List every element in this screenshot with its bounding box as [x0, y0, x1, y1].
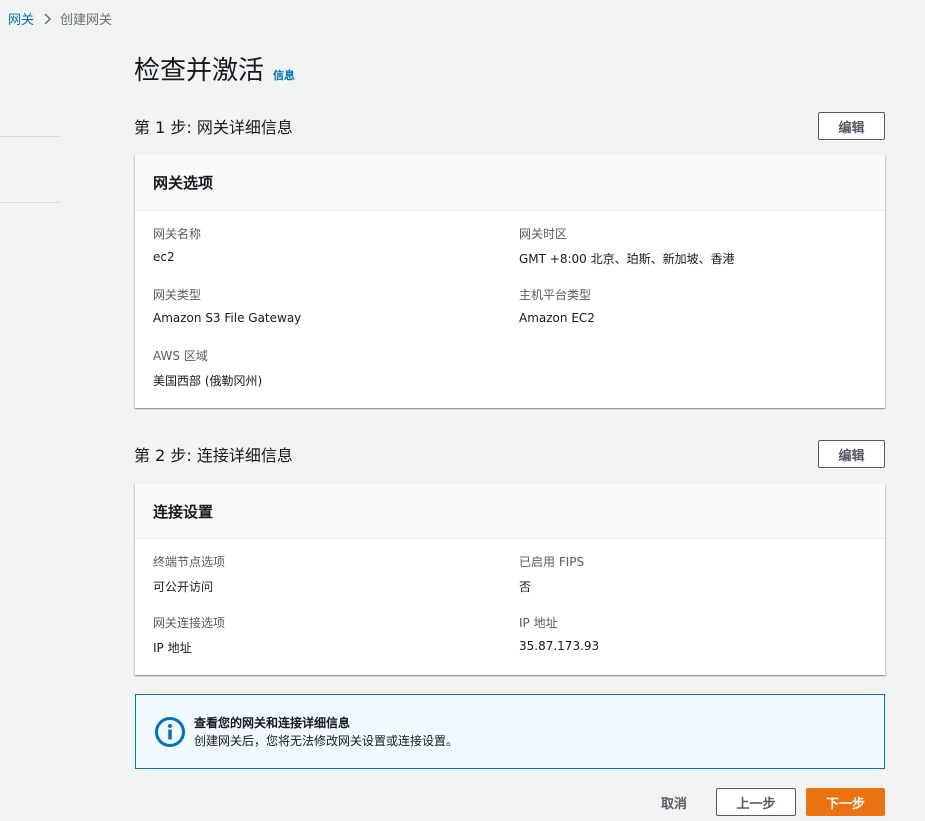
- field-label: 网关连接选项: [153, 616, 226, 630]
- breadcrumb: 网关 创建网关: [8, 9, 112, 28]
- gateway-type-field: 网关类型 Amazon S3 File Gateway: [153, 286, 301, 325]
- side-nav-divider: [0, 202, 60, 203]
- field-value: GMT +8:00 北京、珀斯、新加坡、香港: [519, 252, 735, 266]
- next-button[interactable]: 下一步: [806, 788, 885, 816]
- side-nav-divider: [0, 136, 60, 137]
- chevron-right-icon: [34, 11, 60, 27]
- page-header: 检查并激活 信息: [134, 50, 295, 87]
- breadcrumb-current: 创建网关: [60, 13, 113, 28]
- step2-edit-button[interactable]: 编辑: [818, 440, 885, 468]
- gateway-options-panel: 网关选项 网关名称 ec2 网关时区 GMT +8:00 北京、珀斯、新加坡、香…: [135, 155, 885, 408]
- step1-title: 第 1 步: 网关详细信息: [134, 118, 293, 137]
- field-value: 美国西部 (俄勒冈州): [153, 374, 263, 388]
- field-value: Amazon S3 File Gateway: [153, 311, 302, 325]
- ip-address-field: IP 地址 35.87.173.93: [519, 614, 599, 653]
- field-value: 35.87.173.93: [519, 639, 600, 653]
- step2-header: 第 2 步: 连接详细信息 编辑: [134, 440, 885, 468]
- aws-region-field: AWS 区域 美国西部 (俄勒冈州): [153, 347, 262, 389]
- alert-title: 查看您的网关和连接详细信息: [194, 716, 351, 730]
- panel-title: 网关选项: [153, 174, 214, 192]
- step1-header: 第 1 步: 网关详细信息 编辑: [134, 112, 885, 140]
- previous-button[interactable]: 上一步: [716, 788, 796, 816]
- field-label: 终端节点选项: [153, 555, 226, 569]
- field-label: 网关名称: [153, 227, 202, 241]
- field-value: 否: [519, 580, 532, 594]
- alert-body: 创建网关后，您将无法修改网关设置或连接设置。: [194, 734, 459, 748]
- info-icon: [154, 716, 186, 748]
- gateway-name-field: 网关名称 ec2: [153, 225, 201, 264]
- connection-option-field: 网关连接选项 IP 地址: [153, 614, 225, 656]
- field-label: IP 地址: [519, 616, 558, 630]
- field-label: AWS 区域: [153, 349, 208, 363]
- fips-enabled-field: 已启用 FIPS 否: [519, 553, 584, 595]
- field-label: 网关类型: [153, 288, 202, 302]
- info-link[interactable]: 信息: [273, 67, 295, 83]
- field-label: 已启用 FIPS: [519, 555, 585, 569]
- field-value: IP 地址: [153, 641, 192, 655]
- step2-title: 第 2 步: 连接详细信息: [134, 446, 293, 465]
- info-alert: 查看您的网关和连接详细信息 创建网关后，您将无法修改网关设置或连接设置。: [135, 694, 885, 769]
- field-label: 网关时区: [519, 227, 568, 241]
- endpoint-option-field: 终端节点选项 可公开访问: [153, 553, 225, 595]
- panel-header: 连接设置: [135, 484, 885, 539]
- cancel-button[interactable]: 取消: [645, 788, 703, 816]
- field-value: 可公开访问: [153, 580, 214, 594]
- panel-title: 连接设置: [153, 502, 214, 521]
- panel-header: 网关选项: [135, 155, 885, 211]
- breadcrumb-gateways-link[interactable]: 网关: [8, 9, 34, 28]
- step1-edit-button[interactable]: 编辑: [818, 112, 885, 140]
- host-platform-field: 主机平台类型 Amazon EC2: [519, 286, 595, 325]
- connection-settings-panel: 连接设置 终端节点选项 可公开访问 已启用 FIPS 否 网关连接选项 IP 地…: [135, 484, 885, 675]
- gateway-timezone-field: 网关时区 GMT +8:00 北京、珀斯、新加坡、香港: [519, 225, 735, 267]
- field-value: Amazon EC2: [519, 311, 595, 325]
- field-label: 主机平台类型: [519, 288, 592, 302]
- page-title: 检查并激活: [134, 56, 265, 86]
- field-value: ec2: [153, 250, 175, 264]
